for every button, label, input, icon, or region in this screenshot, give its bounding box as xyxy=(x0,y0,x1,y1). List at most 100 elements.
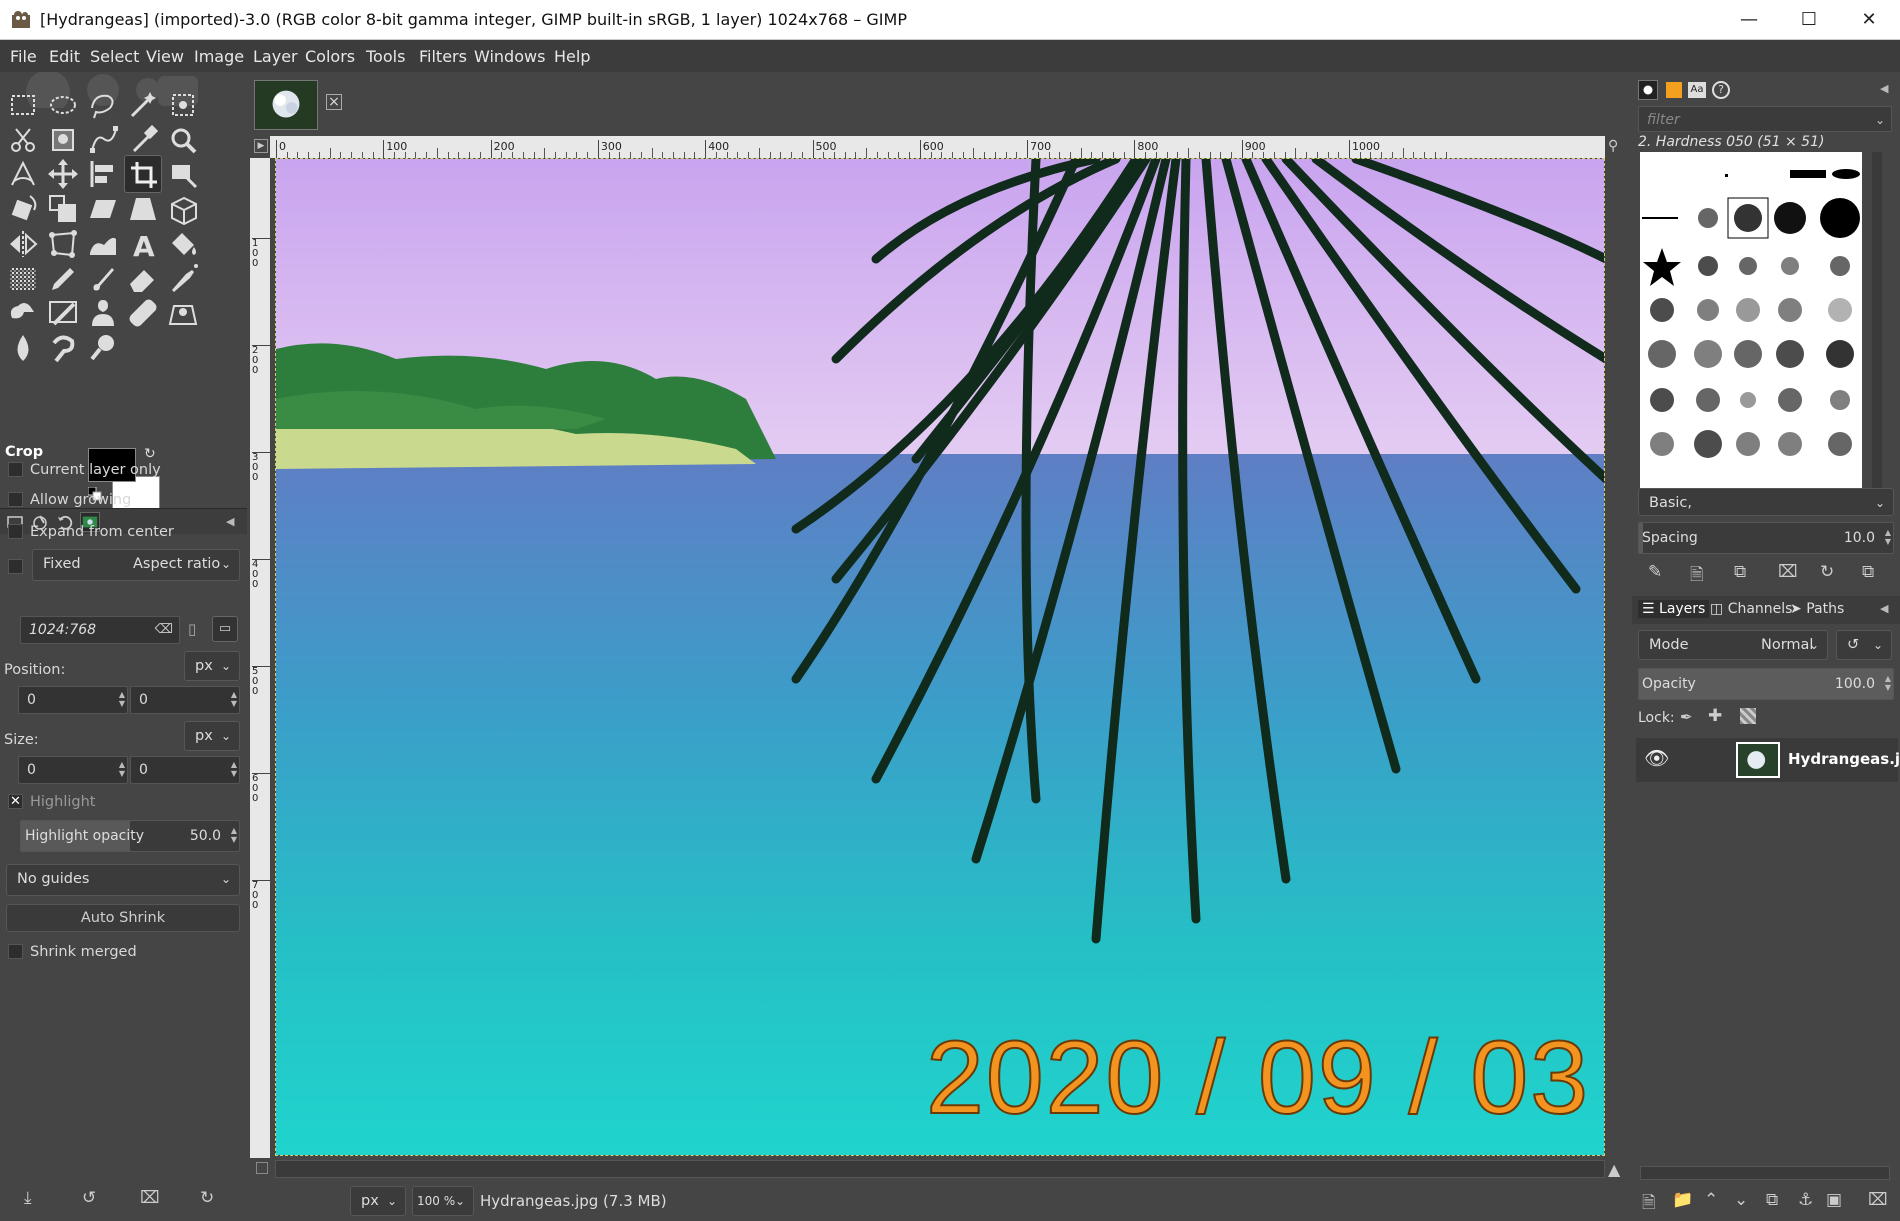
horizontal-ruler[interactable]: 0 100 200 300 400 500 600 700 800 900 1000 xyxy=(270,136,1605,158)
menu-layer[interactable]: Layer xyxy=(253,47,298,66)
move-icon[interactable] xyxy=(44,155,82,193)
pencil-icon[interactable] xyxy=(44,260,82,298)
menu-windows[interactable]: Windows xyxy=(474,47,545,66)
spin-arrows-icon[interactable]: ▲ ▼ xyxy=(231,826,237,844)
flip-icon[interactable] xyxy=(4,225,42,263)
menu-filters[interactable]: Filters xyxy=(419,47,467,66)
airbrush-icon[interactable] xyxy=(164,260,202,298)
menu-tools[interactable]: Tools xyxy=(366,47,405,66)
spin-arrows-icon[interactable]: ▲ ▼ xyxy=(231,760,237,778)
menu-view[interactable]: View xyxy=(146,47,184,66)
paths-icon[interactable] xyxy=(84,121,122,159)
blend-icon[interactable] xyxy=(4,260,42,298)
layers-scrollbar[interactable] xyxy=(1640,1166,1890,1180)
menu-edit[interactable]: Edit xyxy=(49,47,80,66)
new-layer-group-icon[interactable]: 📁 xyxy=(1672,1190,1693,1210)
resize-corner-icon[interactable]: ▲ xyxy=(1608,1160,1620,1179)
delete-layer-icon[interactable]: ⌧ xyxy=(1868,1190,1888,1210)
menu-help[interactable]: Help xyxy=(554,47,590,66)
shrink-merged-checkbox[interactable] xyxy=(8,944,23,959)
portrait-icon[interactable]: ▯ xyxy=(188,620,196,638)
current-layer-only-checkbox[interactable] xyxy=(8,462,23,477)
fixed-mode-dropdown[interactable]: Fixed Aspect ratio ⌄ xyxy=(32,549,240,581)
crop-icon[interactable] xyxy=(124,155,162,194)
clear-field-icon[interactable]: ⌫ xyxy=(155,617,173,643)
spin-arrows-icon[interactable]: ▲ ▼ xyxy=(1885,528,1891,546)
eye-visibility-icon[interactable]: 👁 xyxy=(1644,746,1669,770)
heal-icon[interactable] xyxy=(124,294,162,332)
warp-transform-icon[interactable] xyxy=(84,225,122,263)
brush-grid-scrollbar[interactable] xyxy=(1872,152,1882,488)
channels-tab[interactable]: ◫ Channels xyxy=(1710,601,1792,617)
fuzzy-select-icon[interactable] xyxy=(124,86,162,124)
scissors-select-icon[interactable] xyxy=(4,121,42,159)
layer-row[interactable]: 👁 Hydrangeas.jp xyxy=(1636,738,1900,782)
spin-arrows-icon[interactable]: ▲ ▼ xyxy=(1885,674,1891,692)
text-icon[interactable]: A xyxy=(124,225,162,263)
spin-arrows-icon[interactable]: ▲ ▼ xyxy=(119,760,125,778)
color-picker-icon[interactable] xyxy=(124,121,162,159)
menu-select[interactable]: Select xyxy=(90,47,139,66)
ellipse-select-icon[interactable] xyxy=(44,86,82,124)
close-button[interactable]: ✕ xyxy=(1840,0,1898,40)
perspective-clone-icon[interactable] xyxy=(164,294,202,332)
size-h-input[interactable]: 0 ▲ ▼ xyxy=(130,756,240,784)
landscape-icon[interactable]: ▭ xyxy=(212,616,238,642)
paths-tab[interactable]: ➤ Paths xyxy=(1790,601,1844,617)
highlight-opacity-slider[interactable]: Highlight opacity 50.0 ▲ ▼ xyxy=(20,820,240,852)
fonts-tab-icon[interactable]: Aa xyxy=(1688,82,1706,98)
scale-icon[interactable] xyxy=(44,190,82,228)
layer-name[interactable]: Hydrangeas.jp xyxy=(1788,750,1900,768)
align-icon[interactable] xyxy=(84,155,122,193)
close-image-tab-icon[interactable]: × xyxy=(326,94,342,110)
highlight-checkbox[interactable]: ✕ xyxy=(8,794,23,809)
eraser-icon[interactable] xyxy=(124,260,162,298)
size-unit-dropdown[interactable]: px ⌄ xyxy=(184,721,240,751)
spin-arrows-icon[interactable]: ▲ ▼ xyxy=(231,690,237,708)
rotate-icon[interactable] xyxy=(4,190,42,228)
rect-select-icon[interactable] xyxy=(4,86,42,124)
perspective-icon[interactable] xyxy=(124,190,162,228)
reset-options-icon[interactable]: ↻ xyxy=(200,1188,214,1208)
brushes-tab-icon[interactable] xyxy=(1638,80,1658,100)
open-brush-as-image-icon[interactable]: ⧉ xyxy=(1862,562,1874,582)
menu-file[interactable]: File xyxy=(10,47,37,66)
fixed-checkbox[interactable] xyxy=(8,559,23,574)
dodge-burn-icon[interactable] xyxy=(84,329,122,367)
shear-icon[interactable] xyxy=(84,190,122,228)
3d-transform-icon[interactable] xyxy=(164,190,202,228)
allow-growing-checkbox[interactable] xyxy=(8,492,23,507)
lock-pixels-icon[interactable]: ✒ xyxy=(1680,708,1693,726)
spacing-slider[interactable]: Spacing 10.0 ▲ ▼ xyxy=(1638,522,1894,554)
position-unit-dropdown[interactable]: px ⌄ xyxy=(184,651,240,681)
position-x-input[interactable]: 0 ▲ ▼ xyxy=(18,686,128,714)
duplicate-brush-icon[interactable]: ⧉ xyxy=(1734,562,1746,582)
blur-icon[interactable] xyxy=(4,329,42,367)
chevron-down-icon[interactable]: ⌄ xyxy=(1875,107,1885,133)
mypaint-brush-icon[interactable] xyxy=(44,294,82,332)
zoom-image-icon[interactable]: ⚲ xyxy=(1608,138,1618,154)
composite-mode-dropdown[interactable]: ↺ ⌄ xyxy=(1836,630,1892,660)
patterns-tab-icon[interactable] xyxy=(1666,82,1682,98)
free-select-icon[interactable] xyxy=(84,86,122,124)
lock-position-icon[interactable]: ✚ xyxy=(1708,706,1722,726)
layer-opacity-slider[interactable]: Opacity 100.0 ▲ ▼ xyxy=(1638,668,1894,700)
aspect-ratio-input[interactable]: 1024:768 ⌫ xyxy=(20,616,180,644)
duplicate-layer-icon[interactable]: ⧉ xyxy=(1766,1190,1778,1210)
zoom-dropdown[interactable]: 100 % ⌄ xyxy=(412,1186,474,1216)
minimize-button[interactable]: — xyxy=(1720,0,1778,40)
menu-colors[interactable]: Colors xyxy=(305,47,355,66)
save-options-icon[interactable]: ⤓ xyxy=(24,1188,32,1208)
measure-icon[interactable] xyxy=(4,155,42,193)
unified-transform-icon[interactable] xyxy=(164,155,202,193)
expand-from-center-checkbox[interactable] xyxy=(8,524,23,539)
dock-menu-icon[interactable]: ◀ xyxy=(1880,602,1888,615)
dock-menu-icon[interactable]: ◀ xyxy=(226,515,234,528)
layers-tab[interactable]: ☰ Layers xyxy=(1638,600,1710,618)
foreground-select-icon[interactable] xyxy=(44,121,82,159)
image-tab-thumbnail[interactable] xyxy=(254,80,318,130)
spin-arrows-icon[interactable]: ▲ ▼ xyxy=(119,690,125,708)
vertical-ruler[interactable]: 1 0 0 2 0 0 3 0 0 4 0 0 5 0 0 6 0 0 7 0 0 xyxy=(250,158,270,1158)
brush-preset-dropdown[interactable]: Basic, ⌄ xyxy=(1638,488,1894,516)
anchor-layer-icon[interactable]: ⚓ xyxy=(1798,1190,1813,1210)
